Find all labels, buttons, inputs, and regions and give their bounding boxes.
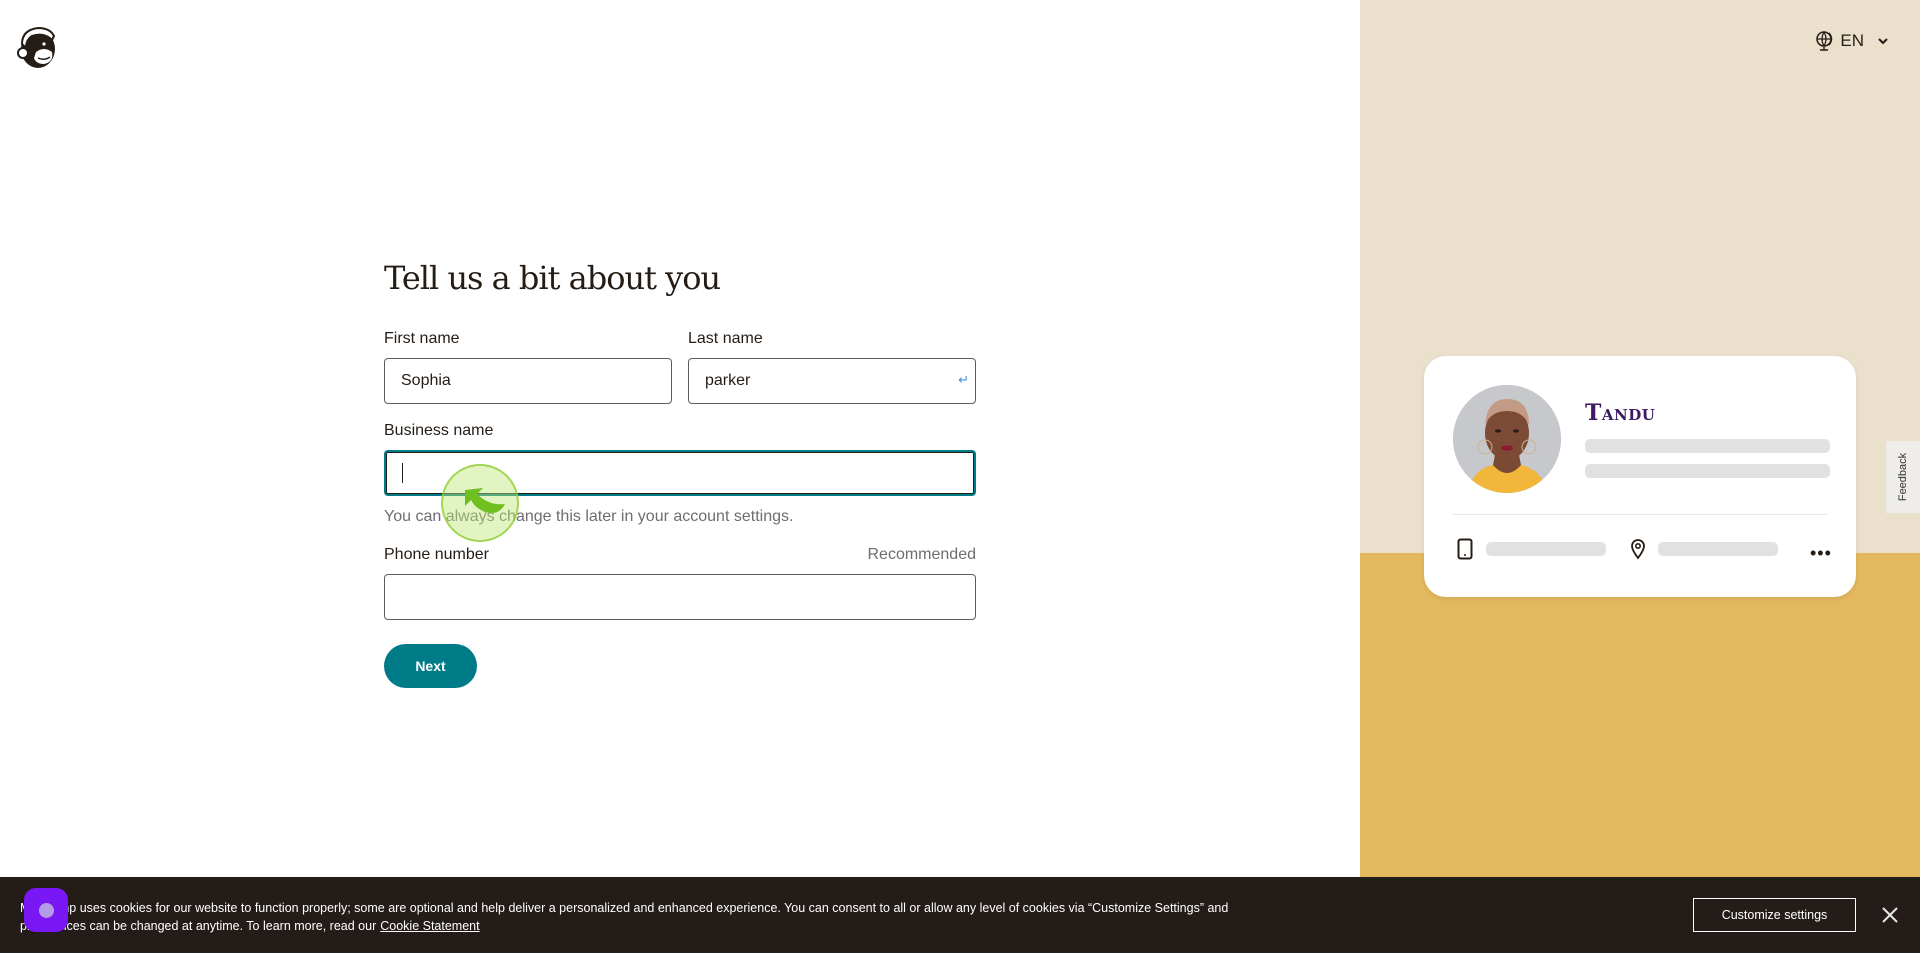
last-name-label: Last name <box>688 330 763 347</box>
profile-photo <box>1453 385 1561 493</box>
business-preview-card: Tandu ••• <box>1424 356 1856 597</box>
location-pin-icon <box>1631 539 1645 560</box>
next-button[interactable]: Next <box>384 644 477 688</box>
phone-recommended-hint: Recommended <box>867 546 977 563</box>
text-caret <box>402 463 403 483</box>
assistant-dot-icon <box>38 902 54 918</box>
last-name-value: parker <box>705 372 751 389</box>
last-name-field: Last name parker ↵ <box>688 328 976 404</box>
skeleton-line <box>1486 542 1606 556</box>
enter-return-icon: ↵ <box>958 372 969 387</box>
more-horizontal-icon: ••• <box>1810 543 1832 563</box>
cookie-banner-text: Mailchimp uses cookies for our website t… <box>20 899 1280 935</box>
cookie-banner: Mailchimp uses cookies for our website t… <box>0 877 1920 953</box>
first-name-field: First name Sophia <box>384 328 672 404</box>
last-name-input[interactable]: parker ↵ <box>688 358 976 404</box>
card-divider <box>1453 514 1827 515</box>
phone-number-input[interactable] <box>384 574 976 620</box>
feedback-tab[interactable]: Feedback <box>1886 441 1920 513</box>
cookie-statement-link[interactable]: Cookie Statement <box>380 919 479 933</box>
globe-icon <box>1816 31 1833 51</box>
left-pane: Tell us a bit about you First name Sophi… <box>0 0 1360 953</box>
first-name-label: First name <box>384 330 460 347</box>
page-title: Tell us a bit about you <box>384 259 721 297</box>
mailchimp-logo-icon[interactable] <box>14 22 60 72</box>
first-name-value: Sophia <box>401 372 451 389</box>
cursor-arrow-icon <box>465 488 505 513</box>
language-selector[interactable]: EN <box>1814 30 1890 52</box>
feedback-label: Feedback <box>1897 452 1909 502</box>
phone-number-label: Phone number <box>384 546 489 563</box>
skeleton-line <box>1658 542 1778 556</box>
skeleton-line <box>1585 464 1830 478</box>
brand-name: Tandu <box>1585 400 1656 426</box>
mobile-phone-icon <box>1457 538 1473 560</box>
language-label: EN <box>1840 31 1864 50</box>
chevron-down-icon <box>1878 38 1888 45</box>
right-preview-pane: EN Tandu ••• Feedback <box>1360 0 1920 953</box>
skeleton-line <box>1585 439 1830 453</box>
business-name-label: Business name <box>384 422 494 439</box>
click-indicator <box>441 464 519 542</box>
assistant-launcher-button[interactable] <box>24 888 68 932</box>
cookie-message: Mailchimp uses cookies for our website t… <box>20 901 1229 933</box>
customize-settings-button[interactable]: Customize settings <box>1693 898 1856 932</box>
avatar <box>1453 385 1561 493</box>
first-name-input[interactable]: Sophia <box>384 358 672 404</box>
close-icon[interactable] <box>1878 903 1902 927</box>
phone-number-field: Phone number Recommended <box>384 544 976 620</box>
